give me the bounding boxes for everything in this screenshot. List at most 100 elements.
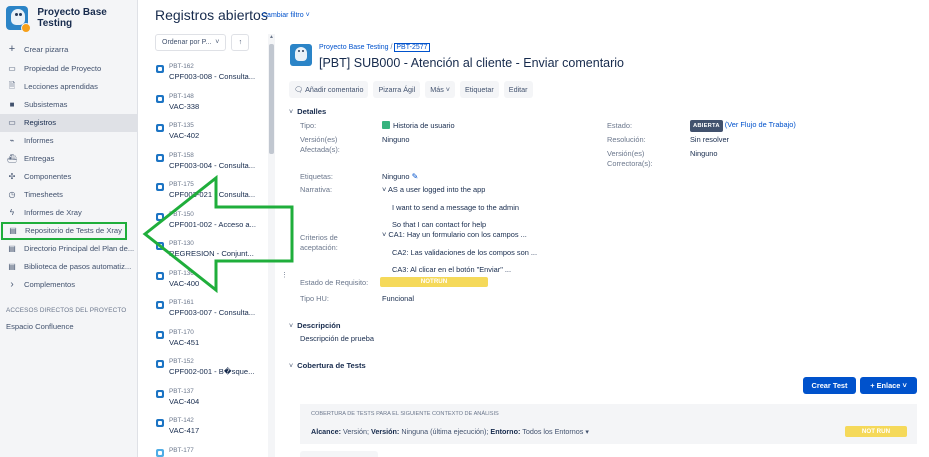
create-test-button[interactable]: Crear Test (803, 377, 856, 394)
list-item[interactable]: PBT-142 VAC-417 (155, 415, 265, 445)
breadcrumb-project[interactable]: Proyecto Base Testing (319, 44, 389, 51)
issue-summary: CPF003-007 - Consulta... (169, 308, 256, 317)
hu-type-value: Funcional (382, 294, 415, 303)
change-filter-link[interactable]: Cambiar filtro ˅ (262, 12, 310, 19)
sidebar-item-crear-pizarra[interactable]: + Crear pizarra (0, 40, 138, 58)
labels-label: Etiquetas: (300, 172, 333, 181)
pencil-icon[interactable]: ✎ (412, 172, 419, 181)
resize-handle-icon[interactable]: ⋮ (281, 271, 288, 279)
sidebar-item-propiedad[interactable]: ▭ Propiedad de Proyecto (0, 60, 138, 78)
list-item[interactable]: PBT-177CPF003-023 - Consulta... (155, 445, 265, 457)
workflow-link[interactable]: (Ver Flujo de Trabajo) (725, 120, 796, 129)
sidebar-item-componentes[interactable]: ✣ Componentes (0, 168, 138, 186)
issue-type-icon (156, 65, 164, 73)
sidebar-item-step-library[interactable]: ▤ Biblioteca de pasos automatiz... (0, 258, 138, 276)
issue-summary: CPF003-004 - Consulta... (169, 160, 256, 170)
project-header[interactable]: Proyecto Base Testing (6, 6, 137, 33)
plan-icon: ▤ (8, 244, 16, 253)
coverage-panel: COBERTURA DE TESTS PARA EL SIGUIENTE CON… (300, 404, 917, 444)
add-link-button[interactable]: + Enlace ˅ (860, 377, 917, 394)
details-heading[interactable]: ˅ Detalles (289, 107, 326, 116)
issue-title: [PBT] SUB000 - Atención al cliente - Env… (319, 56, 625, 70)
list-item[interactable]: PBT-170 VAC-451 (155, 327, 265, 357)
list-item[interactable]: PBT-161 CPF003-007 - Consulta... (155, 297, 265, 327)
project-badge-icon (21, 23, 32, 33)
sidebar-item-label: Biblioteca de pasos automatiz... (24, 262, 132, 271)
list-item[interactable]: PBT-150 CPF001-002 - Acceso a... (155, 209, 265, 239)
sidebar-item-label: Directorio Principal del Plan de... (24, 244, 135, 253)
labels-value[interactable]: Ninguno ✎ (382, 172, 418, 182)
chevron-down-icon: ˅ (215, 39, 220, 46)
issue-key: PBT-170 (169, 328, 194, 336)
sidebar-item-timesheets[interactable]: ◷ Timesheets (0, 186, 138, 204)
list-item[interactable]: PBT-135 VAC-402 (155, 120, 265, 150)
sidebar-item-registros[interactable]: ▭ Registros (0, 113, 138, 132)
issue-type-icon (156, 153, 164, 162)
issue-summary: VAC-417 (169, 426, 200, 435)
chevron-down-icon: ˅ (289, 109, 294, 116)
issue-key: PBT-152 (169, 358, 194, 365)
affects-version-value: Ninguno (382, 135, 410, 144)
add-comment-button[interactable]: 🗨 Añadir comentario (289, 81, 369, 98)
list-item[interactable]: PBT-158 CPF003-004 - Consulta... (155, 150, 265, 180)
issue-list-items: PBT-162 CPF003-008 - Consulta... PBT-148 VA… (155, 61, 265, 457)
list-item[interactable]: PBT-130 REGRESION - Conjunt... (155, 238, 265, 268)
criteria-line[interactable]: ˅ CA1: Hay un formulario con los campos … (382, 230, 527, 240)
narrative-label: Narrativa: (300, 185, 333, 194)
sidebar-item-entregas[interactable]: ⛴ Entregas (0, 150, 138, 168)
sidebar-item-test-repository[interactable]: ▤ Repositorio de Tests de Xray (1, 221, 127, 240)
sort-direction-button[interactable]: ↑ (231, 34, 250, 51)
chevron-down-icon: ˅ (289, 363, 294, 370)
confluence-link[interactable]: Espacio Confluence (6, 322, 74, 331)
issue-key: PBT-161 (169, 299, 194, 306)
more-button[interactable]: Más ˅ (425, 81, 455, 98)
sidebar-item-informes[interactable]: ⌁ Informes (0, 132, 138, 150)
sort-dropdown[interactable]: Ordenar por P... ˅ (155, 34, 227, 51)
issue-summary: CPF001-002 - Acceso a... (169, 219, 256, 229)
list-item[interactable]: PBT-137 VAC-404 (155, 386, 265, 416)
list-item[interactable]: PBT-136 VAC-400 (155, 268, 265, 298)
breadcrumb-issue-key[interactable]: PBT-2577 (394, 43, 430, 52)
sidebar-item-complementos[interactable]: › Complementos (0, 276, 138, 294)
plus-icon: + (8, 43, 16, 55)
coverage-status-badge: NOT RUN (845, 426, 907, 437)
issue-summary: CPF002-001 - B�sque... (169, 367, 255, 376)
issue-key: PBT-150 (169, 210, 194, 218)
sidebar-item-label: Lecciones aprendidas (24, 82, 98, 91)
list-item[interactable]: PBT-148 VAC-338 (155, 91, 265, 121)
issue-type-icon (156, 124, 164, 132)
list-item[interactable]: PBT-152 CPF002-001 - B�sque... (155, 356, 265, 386)
sidebar-item-subsistemas[interactable]: ■ Subsistemas (0, 96, 138, 114)
add-comment-label: Añadir comentario (305, 85, 364, 94)
criteria-line: CA2: Las validaciones de los compos son … (392, 248, 538, 257)
issue-key: PBT-177 (169, 446, 194, 454)
clock-icon: ◷ (8, 190, 16, 199)
tag-button[interactable]: Etiquetar (460, 81, 499, 98)
test-repo-icon: ▤ (9, 226, 17, 235)
list-item[interactable]: PBT-175 CPF003-021 - Consulta... (155, 179, 265, 209)
coverage-footer-button[interactable] (300, 451, 378, 457)
issue-summary: CPF003-023 - Consulta... (169, 454, 269, 457)
list-scrollbar[interactable]: ▲ (268, 34, 275, 457)
scroll-up-icon[interactable]: ▲ (269, 34, 274, 40)
coverage-scope[interactable]: Alcance: Versión; Versión: Ninguna (últi… (311, 427, 589, 436)
sidebar-item-lecciones[interactable]: 🗎 Lecciones aprendidas (0, 78, 138, 96)
hu-type-label: Tipo HU: (300, 294, 329, 303)
resolution-label: Resolución: (607, 135, 646, 144)
issue-key: PBT-136 (169, 269, 194, 277)
list-item[interactable]: PBT-162 CPF003-008 - Consulta... (155, 61, 265, 91)
coverage-heading[interactable]: ˅ Cobertura de Tests (289, 361, 366, 370)
sidebar-item-label: Complementos (24, 280, 76, 289)
description-heading[interactable]: ˅ Descripción (289, 321, 341, 330)
sort-controls: Ordenar por P... ˅ ↑ (155, 34, 265, 51)
agile-board-button[interactable]: Pizarra Ágil (373, 81, 421, 98)
edit-button[interactable]: Editar (503, 81, 533, 98)
sidebar-item-label: Informes (24, 136, 54, 145)
fix-version-value: Ninguno (690, 149, 718, 158)
sidebar-item-informes-xray[interactable]: ϟ Informes de Xray (0, 204, 138, 222)
sidebar-item-plan-directory[interactable]: ▤ Directorio Principal del Plan de... (0, 240, 138, 258)
sidebar-item-label: Subsistemas (24, 100, 68, 109)
narrative-line[interactable]: ˅ AS a user logged into the app (382, 185, 485, 195)
scrollbar-thumb[interactable] (269, 44, 274, 154)
issue-summary: CPF003-008 - Consulta... (169, 72, 256, 81)
